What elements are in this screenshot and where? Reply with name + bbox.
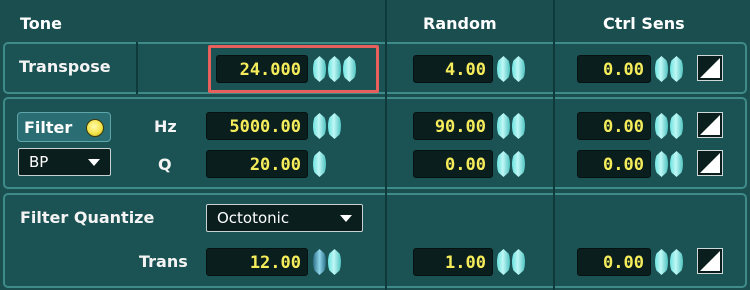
q-value-field[interactable]: 20.00 [206,150,308,178]
trans-value-field[interactable]: 12.00 [206,248,308,276]
filter-quantize-label: Filter Quantize [20,208,155,227]
filter-toggle-button[interactable]: Filter [17,112,111,142]
q-ctrl-sens-field[interactable]: 0.00 [577,150,651,178]
hz-label: Hz [154,117,177,136]
column-separator [385,0,387,290]
linear-curve-icon[interactable] [697,248,723,274]
trans-random-field[interactable]: 1.00 [413,248,493,276]
hz-ctrl-sens-field[interactable]: 0.00 [577,112,651,140]
chevron-down-icon [340,215,352,222]
trans-label: Trans [139,252,188,271]
linear-curve-icon[interactable] [697,55,723,81]
trans-ctrl-sens-field[interactable]: 0.00 [577,248,651,276]
filter-button-label: Filter [24,118,73,137]
column-separator [136,42,138,94]
transpose-ctrl-sens-field[interactable]: 0.00 [577,55,651,83]
quantize-mode-value: Octotonic [217,209,290,227]
chevron-down-icon [88,159,100,166]
linear-curve-icon[interactable] [697,112,723,138]
quantize-mode-dropdown[interactable]: Octotonic [206,204,363,232]
header-random: Random [423,14,497,33]
led-indicator-icon [86,119,104,137]
header-ctrl-sens: Ctrl Sens [603,14,685,33]
hz-value-field[interactable]: 5000.00 [206,112,308,140]
column-separator [553,0,555,290]
linear-curve-icon[interactable] [697,150,723,176]
selection-highlight [208,45,379,93]
q-label: Q [158,155,172,174]
tone-editor: Tone Random Ctrl Sens Transpose 24.000 4… [0,0,750,290]
filter-type-dropdown[interactable]: BP [18,148,111,176]
transpose-label: Transpose [19,57,111,76]
hz-random-field[interactable]: 90.00 [413,112,493,140]
q-random-field[interactable]: 0.00 [413,150,493,178]
header-tone: Tone [20,14,63,33]
filter-type-value: BP [29,153,49,171]
transpose-random-field[interactable]: 4.00 [413,55,493,83]
